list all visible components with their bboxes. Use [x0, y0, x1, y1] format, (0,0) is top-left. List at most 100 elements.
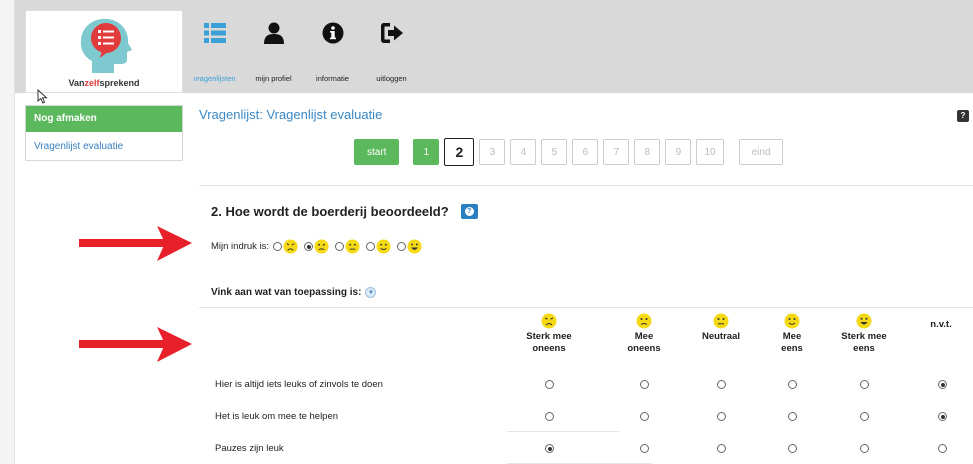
nav-label: vragenlijsten [193, 74, 236, 83]
impression-option-2[interactable] [304, 239, 331, 254]
column-mee-oneens: Mee oneens [619, 313, 669, 355]
row-radio[interactable] [717, 444, 726, 453]
help-button[interactable]: ? [957, 110, 969, 122]
nav-informatie[interactable]: informatie [305, 18, 360, 83]
pager-start-button[interactable]: start [354, 139, 400, 165]
row-label: Het is leuk om mee te helpen [215, 411, 339, 422]
red-arrow-icon [79, 327, 192, 362]
pager-page-4[interactable]: 4 [510, 139, 537, 165]
main-nav: vragenlijsten mijn profiel informatie ui… [187, 18, 423, 83]
sad-smiley-icon [314, 239, 329, 254]
mouse-cursor-icon [37, 89, 48, 104]
pager-page-6[interactable]: 6 [572, 139, 599, 165]
impression-radio[interactable] [366, 242, 376, 251]
row-radio[interactable] [717, 380, 726, 389]
very-sad-smiley-icon [541, 313, 557, 329]
checklist-label: Vink aan wat van toepassing is: [211, 287, 362, 298]
impression-radio-selected[interactable] [304, 242, 314, 251]
checklist-label-row: Vink aan wat van toepassing is: ▼ [211, 287, 377, 298]
smile-smiley-icon [784, 313, 800, 329]
sidebar: Nog afmaken Vragenlijst evaluatie [25, 105, 183, 161]
pager-end-button[interactable]: eind [738, 139, 784, 165]
main-content: Vragenlijst: Vragenlijst evaluatie ? sta… [199, 93, 973, 464]
impression-option-5[interactable] [397, 239, 424, 254]
row-radio[interactable] [860, 412, 869, 421]
pager-page-2-current[interactable]: 2 [444, 138, 475, 166]
column-line1: Sterk mee [526, 331, 572, 342]
impression-scale: Mijn indruk is: [211, 239, 424, 254]
row-radio[interactable] [545, 412, 554, 421]
happy-smiley-icon [407, 239, 422, 254]
row-radio[interactable] [860, 444, 869, 453]
row-radio-selected[interactable] [938, 380, 947, 389]
top-header: Vanzelfsprekend vragenlijsten mijn profi… [15, 0, 973, 93]
impression-radio[interactable] [397, 242, 407, 251]
row-radio[interactable] [717, 412, 726, 421]
column-line1: Neutraal [701, 331, 740, 342]
happy-smiley-icon [856, 313, 872, 329]
column-nvt: n.v.t. [921, 319, 961, 331]
impression-radio[interactable] [335, 242, 345, 251]
question-help-button[interactable]: ? [460, 204, 478, 219]
page-title: Vragenlijst: Vragenlijst evaluatie [199, 107, 383, 122]
pager-page-5[interactable]: 5 [541, 139, 568, 165]
pager-page-7[interactable]: 7 [603, 139, 630, 165]
nav-label: uitloggen [376, 74, 407, 83]
table-row: Pauzes zijn leuk [199, 433, 973, 464]
logo-head-icon [80, 18, 132, 73]
column-neutraal: Neutraal [696, 313, 746, 343]
checklist-header: Sterk mee oneens Mee oneens Neutraal Mee… [199, 313, 973, 365]
column-line2: oneens [532, 343, 566, 354]
pager-page-1[interactable]: 1 [413, 139, 440, 165]
row-radio[interactable] [640, 380, 649, 389]
user-icon [263, 22, 284, 44]
sad-smiley-icon [636, 313, 652, 329]
red-arrow-icon [79, 226, 192, 261]
impression-option-1[interactable] [273, 239, 300, 254]
row-radio[interactable] [545, 380, 554, 389]
column-line1: Mee [782, 331, 802, 342]
row-radio[interactable] [788, 380, 797, 389]
list-icon [203, 23, 226, 43]
column-line1: Sterk mee [841, 331, 887, 342]
row-label: Pauzes zijn leuk [215, 443, 284, 454]
row-radio-selected[interactable] [938, 412, 947, 421]
divider [507, 431, 619, 432]
row-radio[interactable] [788, 412, 797, 421]
logo-text: Vanzelfsprekend [68, 78, 140, 88]
column-line1: Mee [634, 331, 654, 342]
column-mee-eens: Mee eens [767, 313, 817, 355]
sidebar-item-vragenlijst-evaluatie[interactable]: Vragenlijst evaluatie [26, 132, 182, 160]
impression-option-3[interactable] [335, 239, 362, 254]
row-radio[interactable] [788, 444, 797, 453]
row-radio[interactable] [640, 444, 649, 453]
column-line1: n.v.t. [930, 319, 952, 330]
logo[interactable]: Vanzelfsprekend [25, 10, 183, 93]
row-radio[interactable] [938, 444, 947, 453]
column-line2: oneens [627, 343, 661, 354]
help-icon: ? [464, 207, 474, 216]
pager-page-9[interactable]: 9 [665, 139, 692, 165]
pager-page-8[interactable]: 8 [634, 139, 661, 165]
pager-page-10[interactable]: 10 [696, 139, 724, 165]
row-radio[interactable] [640, 412, 649, 421]
column-line2: eens [781, 343, 803, 354]
nav-uitloggen[interactable]: uitloggen [364, 18, 419, 83]
question-title: 2. Hoe wordt de boerderij beoordeeld? ? [211, 204, 478, 219]
divider [199, 307, 973, 308]
info-icon [322, 22, 343, 44]
chevron-down-icon[interactable]: ▼ [365, 287, 377, 298]
very-sad-smiley-icon [283, 239, 298, 254]
table-row: Hier is altijd iets leuks of zinvols te … [199, 369, 973, 401]
app-window: Vanzelfsprekend vragenlijsten mijn profi… [14, 0, 973, 464]
row-radio[interactable] [860, 380, 869, 389]
neutral-smiley-icon [713, 313, 729, 329]
row-radio-selected[interactable] [545, 444, 554, 453]
sidebar-heading: Nog afmaken [26, 106, 182, 132]
nav-vragenlijsten[interactable]: vragenlijsten [187, 18, 242, 83]
nav-mijn-profiel[interactable]: mijn profiel [246, 18, 301, 83]
impression-radio[interactable] [273, 242, 283, 251]
impression-option-4[interactable] [366, 239, 393, 254]
pager-page-3[interactable]: 3 [479, 139, 506, 165]
impression-label: Mijn indruk is: [211, 241, 270, 252]
